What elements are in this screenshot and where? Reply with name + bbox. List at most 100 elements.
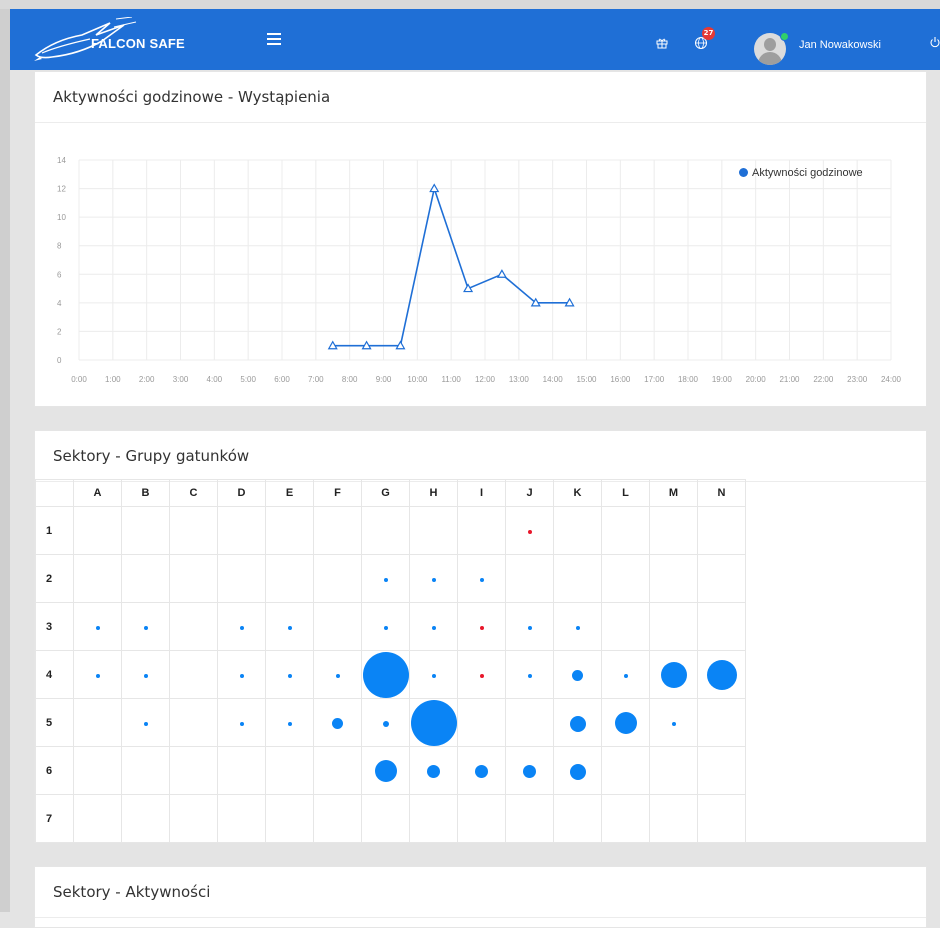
grid-cell[interactable] [409,794,458,843]
bubble-marker[interactable] [660,661,687,688]
grid-cell[interactable] [553,746,602,795]
bubble-marker[interactable] [143,625,148,630]
grid-cell[interactable] [265,794,314,843]
menu-icon[interactable] [267,33,281,45]
grid-cell[interactable] [121,794,170,843]
bubble-marker[interactable] [575,625,580,630]
grid-cell[interactable] [265,650,314,699]
grid-cell[interactable] [73,602,122,651]
bubble-marker[interactable] [287,625,292,630]
grid-cell[interactable] [649,794,698,843]
grid-cell[interactable] [265,506,314,555]
grid-cell[interactable] [457,794,506,843]
gift-icon[interactable] [656,37,668,49]
grid-cell[interactable] [697,746,746,795]
grid-cell[interactable] [265,698,314,747]
grid-cell[interactable] [313,698,362,747]
grid-cell[interactable] [361,698,410,747]
grid-cell[interactable] [121,650,170,699]
grid-cell[interactable] [649,602,698,651]
grid-cell[interactable] [217,506,266,555]
grid-cell[interactable] [265,602,314,651]
bubble-marker[interactable] [427,765,440,778]
bubble-marker[interactable] [239,625,244,630]
grid-cell[interactable] [505,602,554,651]
bubble-marker[interactable] [287,673,292,678]
grid-cell[interactable] [601,602,650,651]
grid-cell[interactable] [409,698,458,747]
grid-cell[interactable] [697,602,746,651]
grid-cell[interactable] [505,650,554,699]
grid-cell[interactable] [649,698,698,747]
grid-cell[interactable] [553,650,602,699]
grid-cell[interactable] [121,602,170,651]
grid-cell[interactable] [601,554,650,603]
grid-cell[interactable] [121,506,170,555]
bubble-marker[interactable] [382,720,389,727]
bubble-marker[interactable] [475,765,488,778]
grid-cell[interactable] [697,794,746,843]
grid-cell[interactable] [313,746,362,795]
grid-cell[interactable] [601,794,650,843]
grid-cell[interactable] [457,698,506,747]
bubble-marker[interactable] [239,673,244,678]
grid-cell[interactable] [73,794,122,843]
bubble-marker[interactable] [479,577,484,582]
bubble-marker[interactable] [706,659,737,690]
grid-cell[interactable] [73,650,122,699]
grid-cell[interactable] [649,554,698,603]
chart-legend[interactable]: Aktywności godzinowe [739,167,863,179]
grid-cell[interactable] [169,602,218,651]
grid-cell[interactable] [361,746,410,795]
grid-cell[interactable] [361,602,410,651]
grid-cell[interactable] [121,554,170,603]
grid-cell[interactable] [649,506,698,555]
grid-cell[interactable] [505,794,554,843]
grid-cell[interactable] [409,602,458,651]
grid-cell[interactable] [553,602,602,651]
bubble-marker[interactable] [479,673,484,678]
grid-cell[interactable] [697,506,746,555]
bubble-marker[interactable] [623,673,628,678]
grid-cell[interactable] [73,554,122,603]
grid-cell[interactable] [217,650,266,699]
grid-cell[interactable] [121,746,170,795]
grid-cell[interactable] [169,506,218,555]
grid-cell[interactable] [505,554,554,603]
grid-cell[interactable] [169,650,218,699]
grid-cell[interactable] [601,506,650,555]
bubble-marker[interactable] [239,721,244,726]
bubble-marker[interactable] [569,715,586,732]
grid-cell[interactable] [169,794,218,843]
grid-cell[interactable] [313,602,362,651]
bubble-marker[interactable] [374,759,397,782]
grid-cell[interactable] [361,506,410,555]
bubble-marker[interactable] [527,625,532,630]
bubble-marker[interactable] [383,577,388,582]
grid-cell[interactable] [217,794,266,843]
bubble-marker[interactable] [335,673,340,678]
grid-cell[interactable] [169,698,218,747]
grid-cell[interactable] [409,650,458,699]
grid-cell[interactable] [457,506,506,555]
grid-cell[interactable] [361,794,410,843]
grid-cell[interactable] [265,746,314,795]
grid-cell[interactable] [601,698,650,747]
grid-cell[interactable] [217,554,266,603]
grid-cell[interactable] [553,794,602,843]
grid-cell[interactable] [409,554,458,603]
grid-cell[interactable] [313,794,362,843]
grid-cell[interactable] [73,746,122,795]
grid-cell[interactable] [505,506,554,555]
grid-cell[interactable] [457,650,506,699]
grid-cell[interactable] [169,554,218,603]
bubble-marker[interactable] [362,651,409,698]
grid-cell[interactable] [601,650,650,699]
bubble-marker[interactable] [431,625,436,630]
grid-cell[interactable] [169,746,218,795]
power-icon[interactable] [929,36,940,48]
bubble-marker[interactable] [671,721,676,726]
grid-cell[interactable] [457,554,506,603]
bubble-marker[interactable] [383,625,388,630]
bubble-marker[interactable] [95,625,100,630]
